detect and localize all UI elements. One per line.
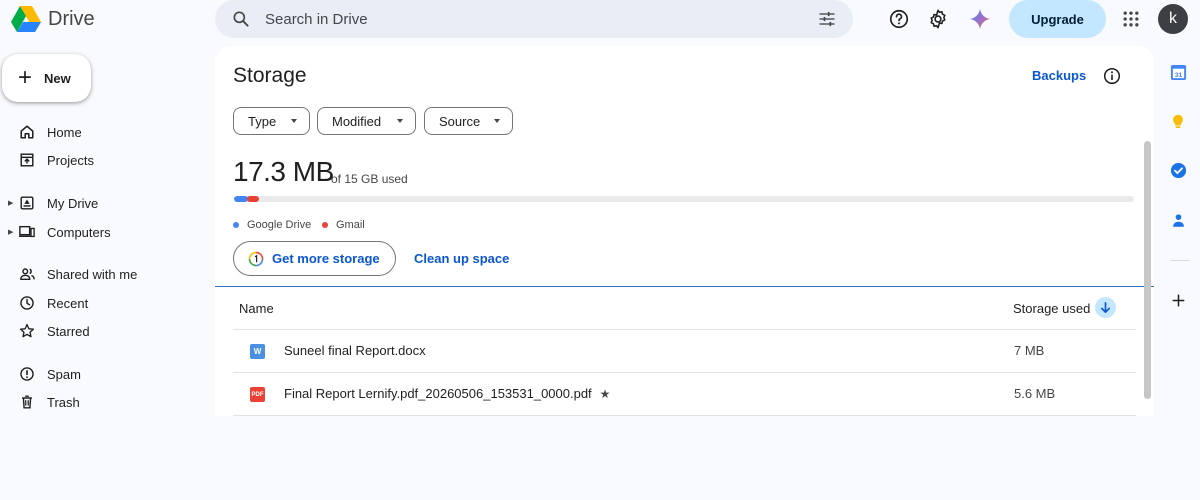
trash-icon xyxy=(18,393,36,411)
page-title: Storage xyxy=(233,64,307,87)
filter-source-chip[interactable]: Source xyxy=(424,107,513,135)
plus-icon: + xyxy=(18,64,33,91)
contacts-person-icon[interactable] xyxy=(1166,208,1190,232)
file-name-wrap: Final Report Lernify.pdf_20260506_153531… xyxy=(284,386,610,401)
legend-gmail: Gmail xyxy=(322,219,365,231)
my-drive-icon xyxy=(18,194,36,212)
shared-people-icon xyxy=(18,265,36,283)
nav-item-label: Recent xyxy=(47,295,89,311)
add-addon-plus-icon[interactable] xyxy=(1166,288,1190,312)
home-icon xyxy=(18,123,36,141)
spam-icon xyxy=(18,365,36,383)
nav-item-my-drive[interactable]: ▶ My Drive xyxy=(0,191,200,215)
legend-label: Gmail xyxy=(336,219,365,231)
nav-item-label: My Drive xyxy=(47,195,99,211)
nav-item-projects[interactable]: Projects xyxy=(0,148,200,172)
nav-item-trash[interactable]: Trash xyxy=(0,390,200,414)
column-header-storage-used[interactable]: Storage used xyxy=(1013,301,1090,316)
info-icon[interactable] xyxy=(1103,67,1121,85)
new-button-label: New xyxy=(44,70,71,86)
table-row[interactable]: W Suneel final Report.docx 7 MB xyxy=(233,330,1136,372)
nav-item-starred[interactable]: Starred xyxy=(0,319,200,343)
expand-caret-icon[interactable]: ▶ xyxy=(8,228,13,236)
starred-icon: ★ xyxy=(599,387,611,401)
table-row[interactable]: PDF Final Report Lernify.pdf_20260506_15… xyxy=(233,373,1136,415)
filter-modified-label: Modified xyxy=(332,113,382,129)
search-icon xyxy=(233,11,249,27)
word-file-icon: W xyxy=(250,344,265,359)
keep-bulb-icon[interactable] xyxy=(1166,109,1190,133)
legend-label: Google Drive xyxy=(247,219,312,231)
gemini-sparkle-icon[interactable] xyxy=(967,6,993,32)
tasks-check-icon[interactable] xyxy=(1166,158,1190,182)
nav-item-label: Spam xyxy=(47,366,81,382)
new-button[interactable]: + New xyxy=(2,54,91,102)
nav-item-label: Starred xyxy=(47,323,90,339)
get-more-storage-label: Get more storage xyxy=(272,251,380,266)
usage-segment-gmail xyxy=(247,196,259,202)
apps-grid-icon[interactable] xyxy=(1118,6,1144,32)
drive-logo-icon xyxy=(11,6,41,32)
nav-item-label: Trash xyxy=(47,394,80,410)
filter-modified-chip[interactable]: Modified xyxy=(317,107,416,135)
get-more-storage-button[interactable]: Get more storage xyxy=(233,241,396,276)
row-divider xyxy=(233,415,1136,416)
file-size: 7 MB xyxy=(1014,343,1045,358)
nav-item-computers[interactable]: ▶ Computers xyxy=(0,220,200,244)
svg-text:31: 31 xyxy=(1174,71,1182,78)
storage-panel: Storage Backups Type Modified Source 17.… xyxy=(215,46,1154,416)
backups-link[interactable]: Backups xyxy=(1032,68,1086,83)
legend-dot xyxy=(233,222,239,228)
nav-item-recent[interactable]: Recent xyxy=(0,291,200,315)
pdf-file-icon: PDF xyxy=(250,387,265,402)
calendar-icon[interactable]: 31 xyxy=(1166,60,1190,84)
star-outline-icon xyxy=(18,322,36,340)
computers-icon xyxy=(18,223,36,241)
column-header-name[interactable]: Name xyxy=(239,301,274,316)
search-bar[interactable]: Search in Drive xyxy=(215,0,853,38)
account-avatar[interactable]: k xyxy=(1158,4,1188,34)
nav-item-spam[interactable]: Spam xyxy=(0,362,200,386)
drive-logo[interactable]: Drive xyxy=(10,4,95,34)
storage-used-total: of 15 GB used xyxy=(331,172,408,186)
nav-item-shared-with-me[interactable]: Shared with me xyxy=(0,262,200,286)
nav-item-label: Home xyxy=(47,124,82,140)
nav-item-label: Projects xyxy=(47,152,94,168)
search-input[interactable]: Search in Drive xyxy=(265,11,368,28)
projects-icon xyxy=(18,151,36,169)
sort-descending-icon[interactable] xyxy=(1095,297,1116,318)
file-size: 5.6 MB xyxy=(1014,386,1056,401)
section-divider xyxy=(215,286,1154,287)
filter-type-chip[interactable]: Type xyxy=(233,107,310,135)
nav-item-home[interactable]: Home xyxy=(0,120,200,144)
rail-divider xyxy=(1170,260,1190,261)
app-name: Drive xyxy=(48,7,95,30)
file-name: Suneel final Report.docx xyxy=(284,343,426,358)
dropdown-arrow-icon xyxy=(397,119,403,123)
nav-item-label: Shared with me xyxy=(47,266,138,282)
clock-icon xyxy=(18,294,36,312)
usage-segment-drive xyxy=(234,196,248,202)
help-icon[interactable] xyxy=(886,6,912,32)
filter-source-label: Source xyxy=(439,113,481,129)
file-name: Final Report Lernify.pdf_20260506_153531… xyxy=(284,386,592,401)
legend-dot xyxy=(322,222,328,228)
scrollbar-thumb[interactable] xyxy=(1144,141,1151,399)
google-one-icon xyxy=(248,251,264,266)
dropdown-arrow-icon xyxy=(494,119,500,123)
settings-gear-icon[interactable] xyxy=(925,6,951,32)
storage-used-amount: 17.3 MB xyxy=(233,156,334,187)
clean-up-space-link[interactable]: Clean up space xyxy=(414,251,509,266)
legend-google-drive: Google Drive xyxy=(233,219,311,231)
nav-item-label: Computers xyxy=(47,224,111,240)
upgrade-button[interactable]: Upgrade xyxy=(1009,0,1106,38)
search-options-icon[interactable] xyxy=(817,9,837,29)
storage-usage-bar xyxy=(234,196,1134,202)
filter-type-label: Type xyxy=(248,113,277,129)
expand-caret-icon[interactable]: ▶ xyxy=(8,199,13,207)
dropdown-arrow-icon xyxy=(291,119,297,123)
